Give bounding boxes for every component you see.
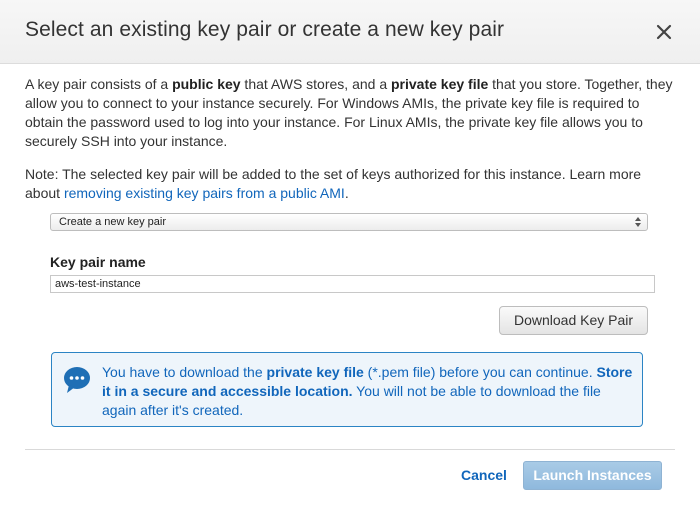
select-value: Create a new key pair xyxy=(59,216,166,228)
cancel-button[interactable]: Cancel xyxy=(461,467,507,483)
info-text-2: (*.pem file) before you can continue. xyxy=(363,364,597,380)
dialog-header: Select an existing key pair or create a … xyxy=(0,0,700,64)
close-icon[interactable] xyxy=(652,20,676,44)
intro-paragraph: A key pair consists of a public key that… xyxy=(25,75,675,151)
intro-bold-private-key: private key file xyxy=(391,76,489,92)
note-paragraph: Note: The selected key pair will be adde… xyxy=(25,165,675,203)
select-arrows-icon xyxy=(635,216,641,228)
key-pair-name-label: Key pair name xyxy=(50,254,146,270)
launch-instances-button[interactable]: Launch Instances xyxy=(523,461,662,490)
remove-keys-link[interactable]: removing existing key pairs from a publi… xyxy=(64,185,345,201)
info-bold-private-key: private key file xyxy=(266,364,364,380)
intro-text-1: A key pair consists of a xyxy=(25,76,173,92)
note-end: . xyxy=(344,185,349,201)
dialog-title: Select an existing key pair or create a … xyxy=(25,18,505,41)
chat-bubble-icon xyxy=(62,365,92,395)
info-box: You have to download the private key fil… xyxy=(51,352,643,427)
intro-text-2: that AWS stores, and a xyxy=(240,76,391,92)
info-text: You have to download the private key fil… xyxy=(102,363,638,420)
download-key-pair-button[interactable]: Download Key Pair xyxy=(499,306,648,335)
key-pair-action-select[interactable]: Create a new key pair xyxy=(50,213,648,231)
intro-bold-public-key: public key xyxy=(172,76,241,92)
key-pair-dialog: Select an existing key pair or create a … xyxy=(0,0,700,513)
footer-divider xyxy=(25,449,675,450)
key-pair-name-input[interactable]: aws-test-instance xyxy=(50,275,655,293)
info-text-1: You have to download the xyxy=(102,364,267,380)
